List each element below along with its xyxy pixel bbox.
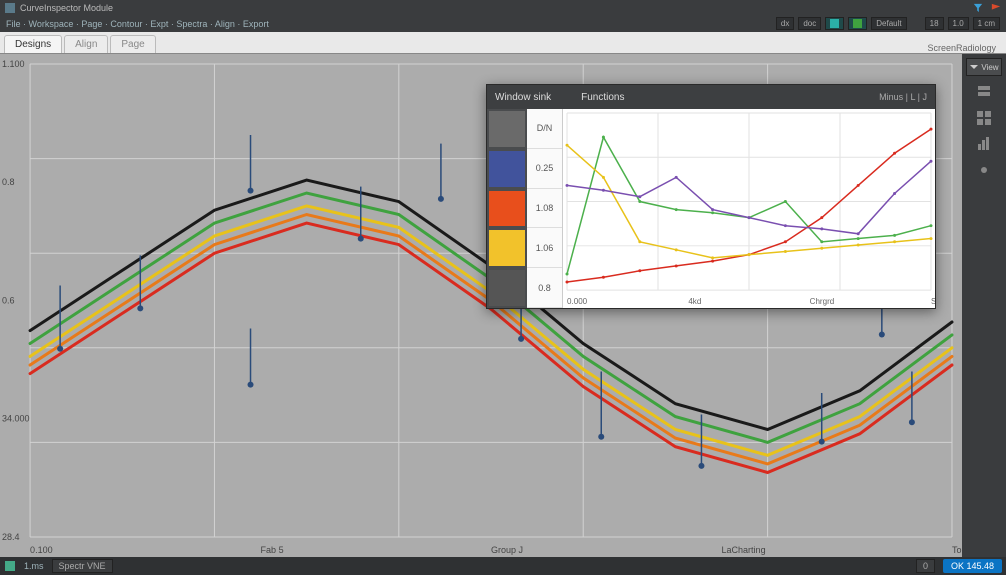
dot-icon[interactable] — [974, 160, 994, 180]
svg-text:Top 0s: Top 0s — [952, 545, 962, 555]
rail-view-label: View — [981, 63, 998, 72]
svg-text:28.4: 28.4 — [2, 532, 20, 542]
flag-icon[interactable] — [990, 2, 1002, 14]
status-right-a: 0 — [916, 559, 935, 573]
svg-text:LaCharting: LaCharting — [722, 545, 766, 555]
value-cell: D/N — [527, 109, 562, 149]
rail-view-button[interactable]: View — [966, 58, 1002, 76]
values-column: D/N0.251.081.060.8 — [527, 109, 563, 308]
value-cell: 0.8 — [527, 268, 562, 308]
color-swatch[interactable] — [489, 191, 525, 227]
svg-text:0.8: 0.8 — [2, 177, 15, 187]
status-left-a: 1.ms — [24, 561, 44, 571]
toolbar-unit[interactable]: 1 cm — [973, 17, 1000, 30]
svg-text:Chrgrd: Chrgrd — [810, 297, 835, 306]
layers-icon[interactable] — [974, 82, 994, 102]
color-swatch[interactable] — [489, 230, 525, 266]
grid-icon[interactable] — [974, 108, 994, 128]
inset-chart[interactable]: 0.000 4kd Chrgrd Snzs — [563, 109, 935, 308]
value-cell: 1.08 — [527, 189, 562, 229]
svg-text:0.100: 0.100 — [30, 545, 53, 555]
tab-designs[interactable]: Designs — [4, 35, 62, 53]
statusbar: 1.ms Spectr VNE 0 OK 145.48 — [0, 557, 1006, 575]
toolbar-color-b[interactable] — [848, 17, 867, 30]
toolbar-dx[interactable]: dx — [776, 17, 794, 30]
toolbar-doc[interactable]: doc — [798, 17, 821, 30]
value-cell: 0.25 — [527, 149, 562, 189]
value-cell: 1.06 — [527, 228, 562, 268]
color-swatch[interactable] — [489, 151, 525, 187]
floating-panel-body: D/N0.251.081.060.8 0.000 4kd Chrgrd Snzs — [487, 109, 935, 308]
svg-text:Fab 5: Fab 5 — [261, 545, 284, 555]
svg-text:1.100: 1.100 — [2, 59, 25, 69]
app-title: CurveInspector Module — [20, 3, 113, 13]
floating-panel-header-controls[interactable]: Minus | L | J — [879, 92, 927, 102]
tab-strip: Designs Align Page ScreenRadiology — [0, 32, 1006, 54]
titlebar: CurveInspector Module — [0, 0, 1006, 15]
breadcrumb[interactable]: File · Workspace · Page · Contour · Expt… — [6, 19, 269, 29]
svg-text:Group J: Group J — [491, 545, 523, 555]
floating-panel[interactable]: Window sink Functions Minus | L | J D/N0… — [486, 84, 936, 309]
svg-text:0.000: 0.000 — [567, 297, 588, 306]
status-chip[interactable]: Spectr VNE — [52, 559, 113, 573]
right-rail: View — [962, 54, 1006, 557]
filter-icon[interactable] — [972, 2, 984, 14]
floating-panel-title-left: Window sink — [495, 92, 551, 103]
chart-zone[interactable]: 1.100 0.8 0.6 34.000 28.4 0.100 Fab 5 Group J La… — [0, 54, 962, 557]
tab-align[interactable]: Align — [64, 35, 108, 53]
color-swatch[interactable] — [489, 270, 525, 306]
color-swatch[interactable] — [489, 111, 525, 147]
toolbar-default[interactable]: Default — [871, 17, 906, 30]
tab-page[interactable]: Page — [110, 35, 155, 53]
app-icon — [4, 2, 16, 14]
status-ok-button[interactable]: OK 145.48 — [943, 559, 1002, 573]
swatch-column — [487, 109, 527, 308]
svg-text:34.000: 34.000 — [2, 414, 30, 424]
header-right-label: ScreenRadiology — [927, 43, 1002, 53]
toolbar-color-a[interactable] — [825, 17, 844, 30]
menubar: File · Workspace · Page · Contour · Expt… — [0, 15, 1006, 32]
toolbar-zoom[interactable]: 1.0 — [948, 17, 969, 30]
svg-text:Snzs: Snzs — [931, 297, 935, 306]
svg-text:4kd: 4kd — [688, 297, 701, 306]
floating-panel-header[interactable]: Window sink Functions Minus | L | J — [487, 85, 935, 109]
toolbar-num[interactable]: 18 — [925, 17, 944, 30]
svg-text:0.6: 0.6 — [2, 296, 15, 306]
chart-icon[interactable] — [974, 134, 994, 154]
main-area: 1.100 0.8 0.6 34.000 28.4 0.100 Fab 5 Group J La… — [0, 54, 1006, 557]
status-icon[interactable] — [4, 560, 16, 572]
floating-panel-title-right: Functions — [581, 92, 624, 103]
